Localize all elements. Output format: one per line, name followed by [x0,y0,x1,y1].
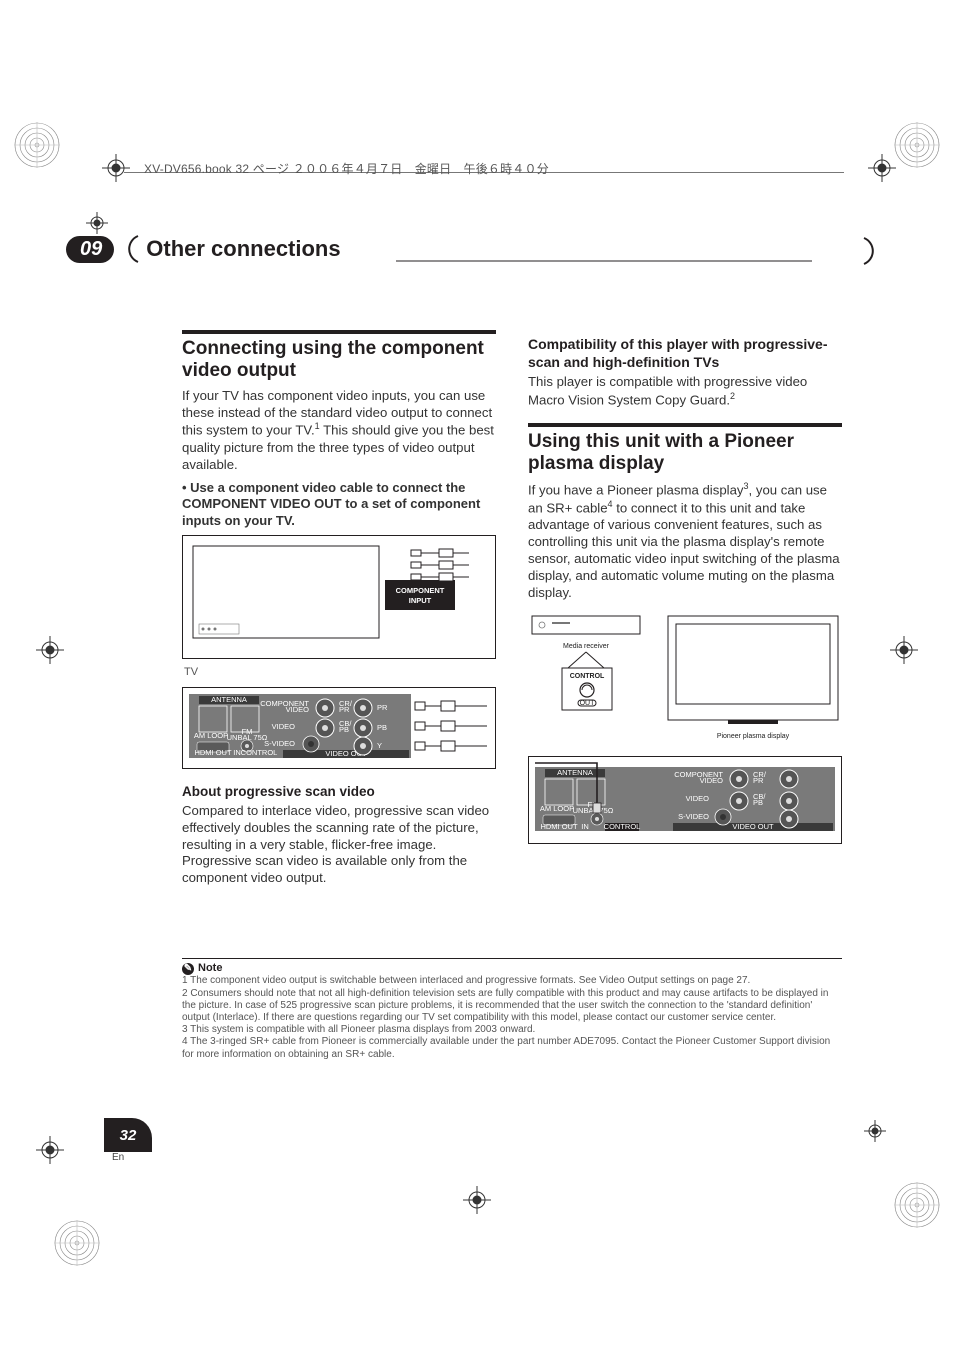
page: XV-DV656.book 32 ページ ２００６年４月７日 金曜日 午後６時４… [0,0,954,1351]
backpanel-svg: ANTENNA AM LOOP FM UNBAL 75Ω HDMI OUT IN… [187,692,493,760]
ring-decoration [14,122,60,168]
registration-mark-icon [36,1136,64,1164]
registration-mark-icon [868,154,896,182]
left-column: Connecting using the component video out… [182,330,496,893]
figure-media-plasma: Media receiver CONTROL OUT Pioneer plasm… [528,610,842,750]
heading-connecting: Connecting using the component video out… [182,330,496,382]
figure-label-tv: TV [184,665,496,679]
heading-pioneer-plasma: Using this unit with a Pioneer plasma di… [528,423,842,475]
heading-about-progressive: About progressive scan video [182,783,496,800]
footnote-ref: 2 [730,391,735,401]
svg-text:PB: PB [753,798,763,807]
svg-text:S-VIDEO: S-VIDEO [264,739,295,748]
svg-text:PB: PB [377,723,387,732]
registration-mark-icon [463,1186,491,1214]
ring-decoration [894,122,940,168]
note-icon: ✎ [182,963,194,975]
svg-text:OUT: OUT [580,700,596,707]
media-plasma-svg: Media receiver CONTROL OUT Pioneer plasm… [528,610,842,750]
svg-text:CONTROL: CONTROL [570,673,605,680]
svg-text:PB: PB [339,725,349,734]
paragraph: If your TV has component video inputs, y… [182,388,496,474]
svg-text:VIDEO: VIDEO [272,722,296,731]
svg-text:VIDEO: VIDEO [700,776,724,785]
page-language: En [112,1152,124,1163]
bullet-paragraph: • Use a component video cable to connect… [182,480,496,530]
figure-tv-diagram: COMPONENT INPUT [182,535,496,659]
footnote-4: 4 The 3-ringed SR+ cable from Pioneer is… [182,1036,842,1060]
svg-text:VIDEO: VIDEO [686,794,710,803]
paragraph: This player is compatible with progressi… [528,374,842,409]
text: If you have a Pioneer plasma display [528,482,744,497]
figure-backpanel: ANTENNA AM LOOP FM UNBAL 75Ω HDMI OUT IN… [182,687,496,769]
svg-text:PR: PR [753,776,764,785]
registration-mark-icon [890,636,918,664]
backpanel-control-svg: ANTENNA AM LOOP FM UNBAL 75Ω HDMI OUT IN… [533,761,839,835]
svg-text:VIDEO OUT: VIDEO OUT [732,822,774,831]
svg-text:HDMI OUT: HDMI OUT [540,822,577,831]
svg-text:VIDEO: VIDEO [286,705,310,714]
content-columns: Connecting using the component video out… [182,330,842,893]
paragraph: If you have a Pioneer plasma display3, y… [528,481,842,602]
fig-text-input: INPUT [409,596,432,605]
right-column: Compatibility of this player with progre… [528,330,842,893]
note-heading: ✎ Note [182,958,842,975]
heading-compatibility: Compatibility of this player with progre… [528,336,842,372]
footnote-3: 3 This system is compatible with all Pio… [182,1024,842,1036]
label-antenna: ANTENNA [211,695,247,704]
text: This player is compatible with progressi… [528,374,807,407]
footnotes: ✎ Note 1 The component video output is s… [182,958,842,1061]
figure-backpanel-control: ANTENNA AM LOOP FM UNBAL 75Ω HDMI OUT IN… [528,756,842,844]
svg-text:CONTROL: CONTROL [241,748,278,757]
fig-text-media-receiver: Media receiver [563,643,610,650]
book-header-line: XV-DV656.book 32 ページ ２００６年４月７日 金曜日 午後６時４… [144,160,549,177]
svg-text:HDMI OUT: HDMI OUT [194,748,231,757]
svg-text:PR: PR [377,703,388,712]
svg-text:PR: PR [339,705,350,714]
svg-text:IN: IN [233,748,241,757]
svg-text:Y: Y [377,741,382,750]
fig-text-component: COMPONENT [396,586,445,595]
tv-diagram-svg: COMPONENT INPUT [189,542,489,642]
footnote-2: 2 Consumers should note that not all hig… [182,988,842,1025]
paragraph: Compared to interlace video, progressive… [182,803,496,887]
svg-text:S-VIDEO: S-VIDEO [678,812,709,821]
svg-text:IN: IN [581,822,589,831]
ring-decoration [894,1182,940,1228]
svg-text:AM LOOP: AM LOOP [194,731,228,740]
ring-decoration [54,1220,100,1266]
note-title-text: Note [198,962,222,975]
bracket-right-icon [862,236,890,271]
page-number-badge: 32 [104,1118,152,1152]
svg-text:ANTENNA: ANTENNA [557,768,593,777]
footnote-1: 1 The component video output is switchab… [182,975,842,987]
registration-mark-icon [864,1120,892,1148]
chapter-underline [66,234,826,264]
fig-text-plasma: Pioneer plasma display [717,733,790,740]
svg-text:AM LOOP: AM LOOP [540,804,574,813]
registration-mark-icon [36,636,64,664]
svg-text:CONTROL: CONTROL [604,822,641,831]
